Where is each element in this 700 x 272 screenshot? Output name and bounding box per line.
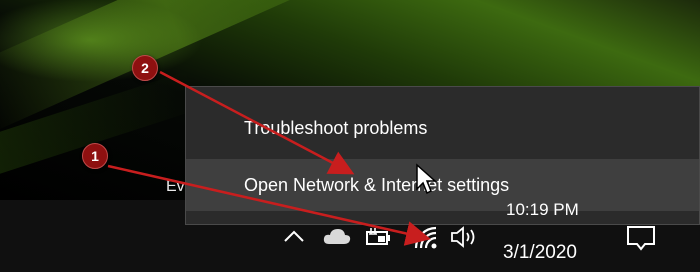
network-context-menu: Troubleshoot problems Open Network & Int… [185,86,700,225]
battery-charging-icon[interactable] [364,225,394,247]
annotation-marker-1: 1 [82,143,108,169]
menu-item-open-network-settings[interactable]: Open Network & Internet settings [186,159,699,211]
menu-item-troubleshoot[interactable]: Troubleshoot problems [186,102,699,154]
menu-item-label: Troubleshoot problems [244,118,428,138]
mouse-cursor-icon [416,163,437,195]
menu-item-label: Open Network & Internet settings [244,175,510,195]
desktop-icon-label[interactable]: Ev [166,178,185,196]
clock-date[interactable]: 3/1/2020 [503,242,577,264]
annotation-marker-2: 2 [132,55,158,81]
chevron-up-icon[interactable] [283,228,305,244]
wifi-icon[interactable] [412,224,440,250]
volume-icon[interactable] [449,225,481,249]
action-center-icon[interactable] [624,224,658,252]
onedrive-cloud-icon[interactable] [322,226,352,246]
clock-time[interactable]: 10:19 PM [506,200,579,220]
